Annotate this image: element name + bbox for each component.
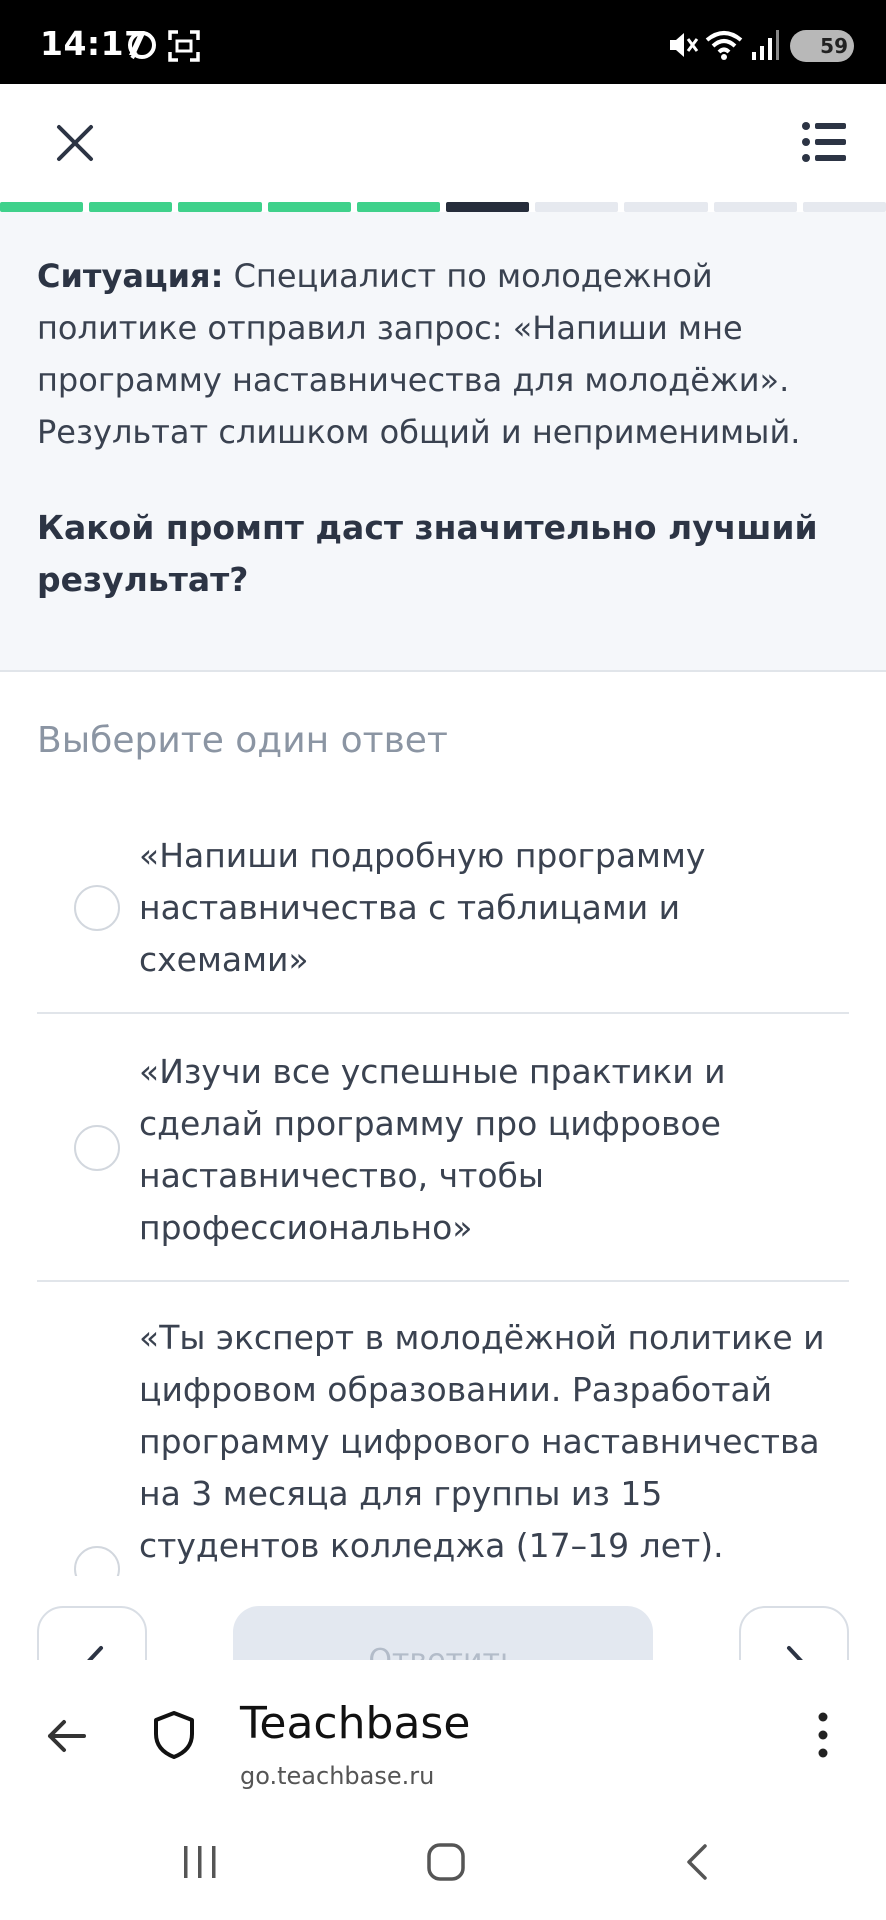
quiz-header xyxy=(0,84,886,202)
situation-label: Ситуация: xyxy=(37,257,224,295)
recent-apps-icon[interactable] xyxy=(180,1842,220,1886)
progress-segment xyxy=(802,202,886,212)
option-divider xyxy=(37,1012,849,1014)
screenshot-icon xyxy=(166,28,202,68)
wifi-icon xyxy=(704,28,744,66)
radio-button-option-2[interactable] xyxy=(74,1125,120,1171)
quiz-action-bar: Ответить xyxy=(0,1576,886,1660)
shield-icon[interactable] xyxy=(152,1710,196,1764)
progress-segment xyxy=(178,202,262,212)
signal-icon xyxy=(750,28,780,66)
chevron-left-icon xyxy=(87,1646,103,1660)
progress-segment xyxy=(446,202,530,212)
list-menu-icon[interactable] xyxy=(800,118,848,170)
progress-bar xyxy=(0,202,886,212)
next-question-button[interactable] xyxy=(739,1606,849,1660)
progress-segment xyxy=(267,202,351,212)
home-icon[interactable] xyxy=(426,1842,466,1886)
progress-segment xyxy=(0,202,84,212)
option-divider xyxy=(37,1280,849,1282)
status-bar: 14:17 59 xyxy=(0,0,886,84)
progress-segment xyxy=(356,202,441,212)
mute-icon xyxy=(666,28,700,66)
submit-answer-button[interactable]: Ответить xyxy=(233,1606,653,1660)
question-prompt: Какой промпт даст значительно лучший рез… xyxy=(37,508,818,599)
site-url[interactable]: go.teachbase.ru xyxy=(240,1762,434,1790)
progress-segment xyxy=(713,202,797,212)
more-options-icon[interactable] xyxy=(808,1710,838,1764)
close-icon[interactable] xyxy=(52,120,98,170)
back-arrow-icon[interactable] xyxy=(44,1714,88,1762)
battery-indicator: 59 xyxy=(790,30,854,62)
answer-option-text: «Напиши подробную программу наставничест… xyxy=(139,836,706,979)
browser-bar: Teachbase go.teachbase.ru xyxy=(0,1660,886,1810)
choose-one-label: Выберите один ответ xyxy=(37,720,448,761)
radio-button-option-1[interactable] xyxy=(74,885,120,931)
chevron-right-icon xyxy=(787,1646,803,1660)
chat-bubble-icon xyxy=(124,28,160,68)
answer-option-text: «Изучи все успешные практики и сделай пр… xyxy=(139,1052,726,1247)
progress-segment xyxy=(89,202,173,212)
back-nav-icon[interactable] xyxy=(678,1842,718,1886)
progress-segment xyxy=(624,202,708,212)
situation-text: Ситуация: Специалист по молодежной полит… xyxy=(37,250,857,458)
site-title[interactable]: Teachbase xyxy=(240,1698,470,1749)
question-panel: Ситуация: Специалист по молодежной полит… xyxy=(0,212,886,672)
progress-segment xyxy=(535,202,619,212)
system-nav-bar xyxy=(0,1810,886,1920)
previous-question-button[interactable] xyxy=(37,1606,147,1660)
